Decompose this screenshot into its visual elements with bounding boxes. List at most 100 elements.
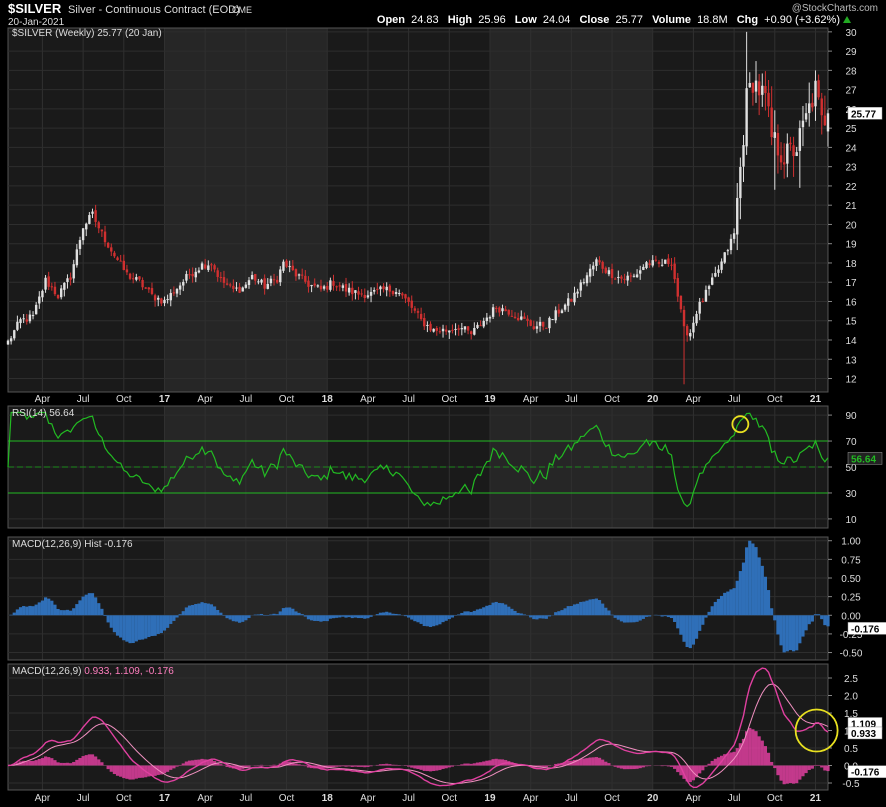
candle-body (432, 328, 435, 332)
macd-hist-bar (813, 614, 818, 616)
macd-hist-bar (801, 615, 805, 637)
macd-hist-bar (723, 592, 727, 616)
macd-hist-bar (90, 593, 95, 616)
macd-hist-bar (366, 615, 370, 619)
macd-lower-hist-bar (601, 759, 605, 766)
macd-lower-hist-bar (297, 764, 301, 766)
candle-body (689, 333, 692, 337)
macd-hist-bar (579, 601, 583, 616)
macd-lower-hist-bar (175, 765, 179, 767)
candle-body (789, 142, 792, 145)
candle-body (529, 320, 532, 326)
macd-hist-bar (554, 612, 558, 616)
macd-hist-y-tick-label: 0.25 (841, 593, 861, 604)
macd-hist-bar (407, 615, 411, 618)
macd-hist-bar (507, 606, 511, 616)
macd-lower-hist-bar (65, 762, 70, 766)
candle-body (673, 263, 676, 280)
macd-lower-hist-bar (460, 764, 464, 766)
macd-hist-bar (388, 612, 392, 616)
candle-body (410, 300, 413, 308)
macd-hist-bar (200, 602, 204, 616)
candle-body (254, 274, 257, 281)
candle-body (269, 278, 273, 284)
candle-body (288, 266, 291, 268)
macd-hist-bar (363, 615, 367, 619)
candle-body (698, 301, 701, 314)
x-tick-label: 21 (810, 394, 822, 405)
candle-body (351, 287, 354, 295)
macd-hist-bar (281, 608, 286, 616)
macd-hist-bar (53, 604, 57, 616)
macd-lower-hist-bar (447, 765, 451, 768)
macd-hist-bar (535, 615, 539, 620)
macd-lower-hist-bar (68, 763, 73, 766)
macd-hist-bar (381, 612, 386, 616)
open-value: 24.83 (411, 14, 439, 26)
macd-lower-hist-bar (826, 765, 830, 772)
macd-hist-bar (184, 607, 188, 616)
macd-hist-bar (341, 615, 345, 617)
candle-body (272, 279, 276, 281)
macd-hist-bar (18, 607, 23, 616)
candle-body (100, 229, 104, 232)
macd-hist-bar (541, 615, 545, 619)
macd-lower-hist-bar (788, 765, 793, 784)
macd-hist-bar (316, 615, 320, 622)
candle-body (279, 269, 282, 283)
macd-hist-bar (572, 604, 577, 616)
macd-lower-hist-bar (466, 763, 470, 766)
price-legend: $SILVER (Weekly) 25.77 (20 Jan) (12, 28, 162, 39)
macd-hist-bar (688, 615, 692, 649)
macd-hist-bar (34, 604, 38, 616)
macd-lower-hist-bar (187, 760, 192, 766)
macd-lower-hist-bar (78, 757, 82, 766)
macd-hist-bar (807, 615, 811, 625)
candle-body (379, 286, 382, 290)
macd-hist-bar (397, 614, 401, 616)
macd-lower-hist-bar (766, 752, 771, 766)
macd-lower-hist-bar (191, 760, 195, 766)
candle-body (354, 290, 357, 293)
macd-hist-bar (391, 613, 395, 616)
macd-hist-bar (65, 609, 70, 616)
candle-body (9, 338, 13, 342)
macd-lower-hist-bar (735, 748, 739, 766)
macd-hist-bar (601, 603, 605, 616)
x-tick-label: Jul (77, 394, 90, 405)
candle-body (263, 278, 266, 289)
macd-lower-hist-bar (100, 762, 104, 766)
macd-hist-bar (757, 557, 761, 616)
candle-body (510, 315, 514, 317)
macd-lower-hist-bar (394, 764, 398, 766)
macd-hist-bar (228, 615, 232, 620)
macd-lower-hist-bar (801, 765, 805, 777)
candle-body (238, 286, 241, 293)
macd-lower-hist-bar (388, 764, 392, 766)
macd-hist-bar (701, 615, 705, 625)
macd-hist-bar (604, 607, 608, 616)
macd-hist-bar (403, 615, 408, 617)
macd-hist-bar (40, 600, 45, 616)
macd-lower-hist-bar (410, 765, 414, 768)
macd-hist-bar (256, 614, 260, 616)
macd-hist-bar (716, 598, 721, 616)
macd-hist-bar (12, 612, 16, 616)
macd-hist-bar (172, 615, 176, 621)
macd-lower-hist-bar (47, 757, 51, 766)
macd-hist-bar (369, 615, 373, 617)
macd-hist-bar (519, 613, 523, 616)
macd-hist-bar (710, 606, 714, 616)
macd-hist-bar (466, 611, 470, 616)
macd-hist-bar (500, 603, 505, 616)
macd-lower-hist-bar (419, 765, 423, 770)
macd-hist-bar (331, 615, 336, 619)
candle-body (717, 269, 720, 273)
macd-lower-hist-bar (435, 765, 439, 771)
macd-lower-hist-bar (428, 765, 433, 772)
macd-lower-hist-bar (366, 765, 370, 767)
macd-lower-hist-bar (115, 765, 120, 776)
macd-lower-hist-bar (669, 765, 674, 767)
macd-lower-hist-bar (450, 765, 455, 767)
macd-lower-hist-bar (582, 758, 586, 766)
